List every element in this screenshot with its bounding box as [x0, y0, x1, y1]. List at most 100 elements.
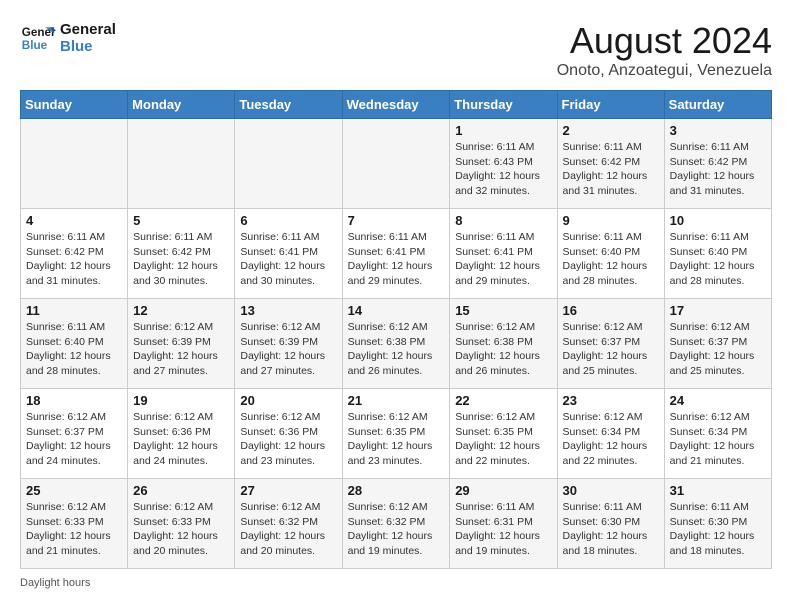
- day-cell: 20Sunrise: 6:12 AM Sunset: 6:36 PM Dayli…: [235, 389, 342, 479]
- day-number: 18: [26, 393, 122, 408]
- day-cell: 15Sunrise: 6:12 AM Sunset: 6:38 PM Dayli…: [450, 299, 557, 389]
- header-cell-tuesday: Tuesday: [235, 91, 342, 119]
- day-number: 25: [26, 483, 122, 498]
- day-cell: 7 Sunrise: 6:11 AM Sunset: 6:41 PM Daylig…: [342, 209, 450, 299]
- day-detail: Sunrise: 6:11 AM Sunset: 6:41 PM Dayligh…: [348, 230, 445, 289]
- day-number: 30: [563, 483, 659, 498]
- day-detail: Sunrise: 6:12 AM Sunset: 6:37 PM Dayligh…: [26, 410, 122, 469]
- day-cell: 16 Sunrise: 6:12 AM Sunset: 6:37 PM Dayli…: [557, 299, 664, 389]
- day-cell: [128, 119, 235, 209]
- day-number: 16: [563, 303, 659, 318]
- day-cell: 27 Sunrise: 6:12 AM Sunset: 6:32 PM Dayli…: [235, 479, 342, 569]
- day-detail: Sunrise: 6:12 AM Sunset: 6:38 PM Dayligh…: [455, 320, 551, 379]
- day-cell: 12 Sunrise: 6:12 AM Sunset: 6:39 PM Dayli…: [128, 299, 235, 389]
- day-detail: Sunrise: 6:12 AM Sunset: 6:33 PM Dayligh…: [133, 500, 229, 559]
- day-number: 19: [133, 393, 229, 408]
- day-cell: 23 Sunrise: 6:12 AM Sunset: 6:34 PM Dayli…: [557, 389, 664, 479]
- header: General Blue General Blue August 2024 On…: [20, 20, 772, 80]
- header-cell-monday: Monday: [128, 91, 235, 119]
- day-cell: 19 Sunrise: 6:12 AM Sunset: 6:36 PM Dayli…: [128, 389, 235, 479]
- day-detail: Sunrise: 6:12 AM Sunset: 6:34 PM Dayligh…: [563, 410, 659, 469]
- day-detail: Sunrise: 6:12 AM Sunset: 6:32 PM Dayligh…: [348, 500, 445, 559]
- week-row-4: 25 Sunrise: 6:12 AM Sunset: 6:33 PM Dayli…: [21, 479, 772, 569]
- day-detail: Sunrise: 6:11 AM Sunset: 6:42 PM Dayligh…: [133, 230, 229, 289]
- day-detail: Sunrise: 6:12 AM Sunset: 6:39 PM Dayligh…: [240, 320, 336, 379]
- day-cell: 29Sunrise: 6:11 AM Sunset: 6:31 PM Dayli…: [450, 479, 557, 569]
- title-area: August 2024 Onoto, Anzoategui, Venezuela: [557, 20, 772, 80]
- day-cell: 11Sunrise: 6:11 AM Sunset: 6:40 PM Dayli…: [21, 299, 128, 389]
- day-detail: Sunrise: 6:11 AM Sunset: 6:42 PM Dayligh…: [26, 230, 122, 289]
- day-detail: Sunrise: 6:12 AM Sunset: 6:34 PM Dayligh…: [670, 410, 766, 469]
- day-detail: Sunrise: 6:12 AM Sunset: 6:33 PM Dayligh…: [26, 500, 122, 559]
- day-number: 26: [133, 483, 229, 498]
- day-detail: Sunrise: 6:12 AM Sunset: 6:37 PM Dayligh…: [670, 320, 766, 379]
- day-detail: Sunrise: 6:12 AM Sunset: 6:32 PM Dayligh…: [240, 500, 336, 559]
- day-number: 29: [455, 483, 551, 498]
- day-cell: 31 Sunrise: 6:11 AM Sunset: 6:30 PM Dayli…: [664, 479, 771, 569]
- header-cell-friday: Friday: [557, 91, 664, 119]
- day-cell: 18 Sunrise: 6:12 AM Sunset: 6:37 PM Dayli…: [21, 389, 128, 479]
- day-detail: Sunrise: 6:11 AM Sunset: 6:41 PM Dayligh…: [455, 230, 551, 289]
- day-number: 31: [670, 483, 766, 498]
- logo-line1: General: [60, 21, 116, 38]
- week-row-2: 11Sunrise: 6:11 AM Sunset: 6:40 PM Dayli…: [21, 299, 772, 389]
- header-cell-saturday: Saturday: [664, 91, 771, 119]
- day-detail: Sunrise: 6:12 AM Sunset: 6:37 PM Dayligh…: [563, 320, 659, 379]
- day-number: 10: [670, 213, 766, 228]
- day-cell: 4 Sunrise: 6:11 AM Sunset: 6:42 PM Daylig…: [21, 209, 128, 299]
- logo-icon: General Blue: [20, 20, 56, 56]
- logo-line2: Blue: [60, 38, 116, 55]
- day-number: 27: [240, 483, 336, 498]
- logo: General Blue General Blue: [20, 20, 116, 56]
- day-number: 21: [348, 393, 445, 408]
- week-row-0: 1Sunrise: 6:11 AM Sunset: 6:43 PM Daylig…: [21, 119, 772, 209]
- day-cell: 13 Sunrise: 6:12 AM Sunset: 6:39 PM Dayli…: [235, 299, 342, 389]
- day-number: 7: [348, 213, 445, 228]
- day-number: 20: [240, 393, 336, 408]
- week-row-1: 4 Sunrise: 6:11 AM Sunset: 6:42 PM Daylig…: [21, 209, 772, 299]
- day-cell: 9Sunrise: 6:11 AM Sunset: 6:40 PM Daylig…: [557, 209, 664, 299]
- day-number: 24: [670, 393, 766, 408]
- day-cell: [21, 119, 128, 209]
- day-number: 13: [240, 303, 336, 318]
- day-number: 17: [670, 303, 766, 318]
- day-detail: Sunrise: 6:12 AM Sunset: 6:36 PM Dayligh…: [133, 410, 229, 469]
- day-cell: 1Sunrise: 6:11 AM Sunset: 6:43 PM Daylig…: [450, 119, 557, 209]
- day-cell: 22Sunrise: 6:12 AM Sunset: 6:35 PM Dayli…: [450, 389, 557, 479]
- day-number: 23: [563, 393, 659, 408]
- day-cell: 25 Sunrise: 6:12 AM Sunset: 6:33 PM Dayli…: [21, 479, 128, 569]
- day-number: 28: [348, 483, 445, 498]
- day-cell: 30 Sunrise: 6:11 AM Sunset: 6:30 PM Dayli…: [557, 479, 664, 569]
- footer-note: Daylight hours: [20, 577, 772, 589]
- day-number: 4: [26, 213, 122, 228]
- day-cell: [235, 119, 342, 209]
- day-detail: Sunrise: 6:12 AM Sunset: 6:35 PM Dayligh…: [348, 410, 445, 469]
- day-detail: Sunrise: 6:12 AM Sunset: 6:39 PM Dayligh…: [133, 320, 229, 379]
- day-cell: 2Sunrise: 6:11 AM Sunset: 6:42 PM Daylig…: [557, 119, 664, 209]
- day-cell: 6Sunrise: 6:11 AM Sunset: 6:41 PM Daylig…: [235, 209, 342, 299]
- day-detail: Sunrise: 6:12 AM Sunset: 6:38 PM Dayligh…: [348, 320, 445, 379]
- day-number: 14: [348, 303, 445, 318]
- day-detail: Sunrise: 6:12 AM Sunset: 6:35 PM Dayligh…: [455, 410, 551, 469]
- location-title: Onoto, Anzoategui, Venezuela: [557, 62, 772, 80]
- day-detail: Sunrise: 6:11 AM Sunset: 6:43 PM Dayligh…: [455, 140, 551, 199]
- month-title: August 2024: [557, 20, 772, 62]
- day-number: 12: [133, 303, 229, 318]
- day-detail: Sunrise: 6:11 AM Sunset: 6:41 PM Dayligh…: [240, 230, 336, 289]
- day-cell: 28 Sunrise: 6:12 AM Sunset: 6:32 PM Dayli…: [342, 479, 450, 569]
- day-cell: 8 Sunrise: 6:11 AM Sunset: 6:41 PM Daylig…: [450, 209, 557, 299]
- day-detail: Sunrise: 6:11 AM Sunset: 6:42 PM Dayligh…: [670, 140, 766, 199]
- day-number: 8: [455, 213, 551, 228]
- day-cell: 3Sunrise: 6:11 AM Sunset: 6:42 PM Daylig…: [664, 119, 771, 209]
- day-detail: Sunrise: 6:11 AM Sunset: 6:40 PM Dayligh…: [26, 320, 122, 379]
- day-detail: Sunrise: 6:11 AM Sunset: 6:30 PM Dayligh…: [670, 500, 766, 559]
- day-detail: Sunrise: 6:11 AM Sunset: 6:40 PM Dayligh…: [563, 230, 659, 289]
- day-number: 2: [563, 123, 659, 138]
- day-detail: Sunrise: 6:11 AM Sunset: 6:30 PM Dayligh…: [563, 500, 659, 559]
- calendar-table: SundayMondayTuesdayWednesdayThursdayFrid…: [20, 90, 772, 569]
- day-cell: 21 Sunrise: 6:12 AM Sunset: 6:35 PM Dayli…: [342, 389, 450, 479]
- day-cell: 14 Sunrise: 6:12 AM Sunset: 6:38 PM Dayli…: [342, 299, 450, 389]
- day-cell: 24 Sunrise: 6:12 AM Sunset: 6:34 PM Dayli…: [664, 389, 771, 479]
- day-cell: 17 Sunrise: 6:12 AM Sunset: 6:37 PM Dayli…: [664, 299, 771, 389]
- header-row: SundayMondayTuesdayWednesdayThursdayFrid…: [21, 91, 772, 119]
